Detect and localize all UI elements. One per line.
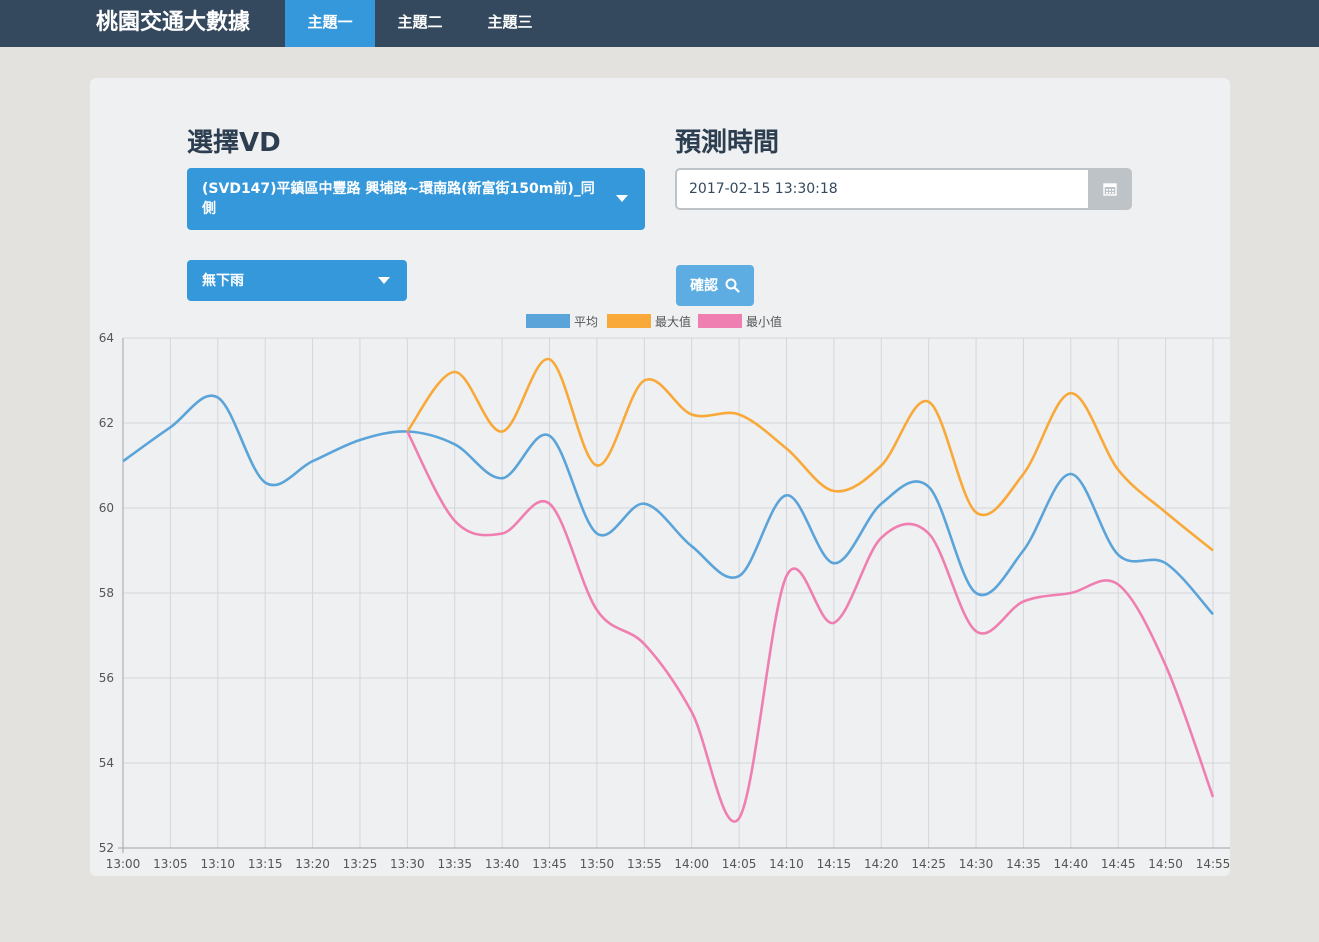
x-tick-label: 13:00 [106, 857, 141, 871]
vd-select-value: (SVD147)平鎮區中豐路 興埔路~環南路(新富街150m前)_同側 [202, 181, 595, 217]
x-tick-label: 13:40 [485, 857, 520, 871]
x-tick-label: 14:45 [1101, 857, 1136, 871]
x-tick-label: 13:25 [343, 857, 378, 871]
y-tick-label: 58 [99, 586, 114, 600]
x-tick-label: 13:55 [627, 857, 662, 871]
rain-select-value: 無下雨 [202, 273, 244, 289]
legend-label[interactable]: 最小值 [746, 314, 782, 329]
search-icon [725, 278, 740, 293]
legend-swatch[interactable] [607, 314, 651, 328]
y-tick-label: 64 [99, 331, 114, 345]
series-line-max [406, 357, 1214, 552]
x-tick-label: 13:30 [390, 857, 425, 871]
vd-heading: 選擇VD [187, 128, 281, 158]
x-tick-label: 13:35 [437, 857, 472, 871]
x-tick-label: 13:45 [532, 857, 567, 871]
speed-line-chart: 52 54 56 58 60 62 64 13:00 13:05 13:10 13:15 13:20 1… [99, 314, 1230, 871]
x-tick-label: 13:15 [248, 857, 283, 871]
datetime-picker [675, 168, 1132, 210]
y-tick-label: 62 [99, 416, 114, 430]
x-tick-label: 14:30 [959, 857, 994, 871]
x-tick-label: 14:20 [864, 857, 899, 871]
tab-topic-3[interactable]: 主題三 [465, 0, 555, 47]
x-tick-label: 13:20 [295, 857, 330, 871]
top-navbar: 桃園交通大數據 主題一 主題二 主題三 [0, 0, 1319, 47]
y-tick-label: 54 [99, 756, 114, 770]
x-tick-label: 14:10 [769, 857, 804, 871]
legend-label[interactable]: 平均 [574, 315, 598, 329]
legend-label[interactable]: 最大值 [655, 314, 691, 329]
x-tick-label: 14:55 [1196, 857, 1230, 871]
brand-title[interactable]: 桃園交通大數據 [96, 0, 250, 47]
y-tick-label: 52 [99, 841, 114, 855]
series-line-avg [122, 394, 1214, 616]
x-tick-label: 13:50 [580, 857, 615, 871]
tab-topic-2[interactable]: 主題二 [375, 0, 465, 47]
legend-swatch[interactable] [526, 314, 570, 328]
x-tick-label: 14:00 [674, 857, 709, 871]
y-tick-label: 60 [99, 501, 114, 515]
x-tick-label: 14:05 [722, 857, 757, 871]
x-tick-label: 14:35 [1006, 857, 1041, 871]
legend-swatch[interactable] [698, 314, 742, 328]
caret-down-icon [616, 195, 628, 202]
confirm-button[interactable]: 確認 [676, 265, 754, 306]
datetime-input[interactable] [675, 168, 1090, 210]
rain-select[interactable]: 無下雨 [187, 260, 407, 301]
caret-down-icon [378, 277, 390, 284]
confirm-label: 確認 [690, 278, 718, 294]
x-tick-label: 14:40 [1054, 857, 1089, 871]
x-tick-label: 13:10 [200, 857, 235, 871]
x-tick-label: 13:05 [153, 857, 188, 871]
x-tick-label: 14:50 [1148, 857, 1183, 871]
x-tick-label: 14:25 [911, 857, 946, 871]
calendar-icon [1103, 183, 1117, 196]
x-tick-label: 14:15 [817, 857, 852, 871]
tab-topic-1[interactable]: 主題一 [285, 0, 375, 47]
calendar-button[interactable] [1088, 168, 1132, 210]
time-heading: 預測時間 [675, 128, 780, 158]
vd-select[interactable]: (SVD147)平鎮區中豐路 興埔路~環南路(新富街150m前)_同側 [187, 168, 645, 230]
y-tick-label: 56 [99, 671, 114, 685]
